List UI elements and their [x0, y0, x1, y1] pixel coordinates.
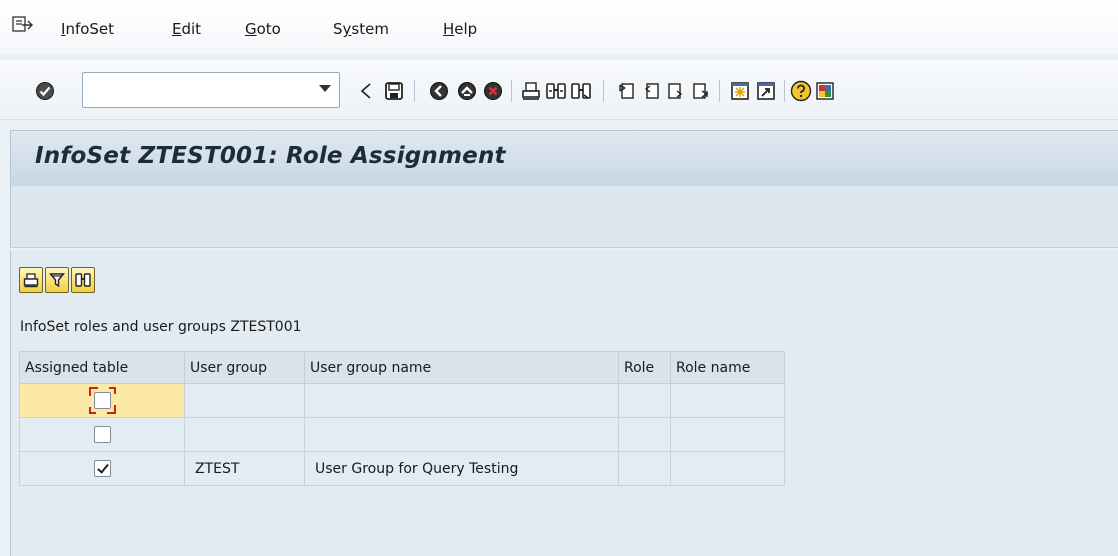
- menu-item-infoset-rest: nfoSet: [65, 20, 115, 38]
- find-button[interactable]: [71, 267, 95, 293]
- table-header-row: Assigned table User group User group nam…: [19, 351, 785, 384]
- create-shortcut-icon[interactable]: [755, 80, 777, 102]
- assigned-table-cell[interactable]: [19, 417, 185, 452]
- menu-item-edit[interactable]: Edit: [172, 20, 201, 38]
- toolbar-separator: [603, 80, 604, 102]
- page-title: InfoSet ZTEST001: Role Assignment: [35, 143, 506, 169]
- previous-page-icon[interactable]: [640, 80, 662, 102]
- role-name-cell[interactable]: [670, 417, 785, 452]
- enter-icon[interactable]: [34, 80, 56, 102]
- save-icon[interactable]: [383, 80, 405, 102]
- table-row[interactable]: ZTEST User Group for Query Testing: [19, 451, 785, 486]
- role-name-cell[interactable]: [670, 383, 785, 418]
- menu-item-help-rest: elp: [454, 20, 478, 38]
- application-toolbar: [10, 186, 1118, 248]
- title-bar: InfoSet ZTEST001: Role Assignment: [10, 130, 1118, 186]
- cancel-icon[interactable]: [482, 80, 504, 102]
- menu-item-system[interactable]: System: [333, 20, 389, 38]
- print-icon[interactable]: [520, 80, 542, 102]
- content-area: InfoSet roles and user groups ZTEST001 A…: [10, 250, 1118, 556]
- command-field[interactable]: [82, 72, 340, 108]
- toolbar-separator: [511, 80, 512, 102]
- menu-item-edit-rest: dit: [181, 20, 202, 38]
- role-cell[interactable]: [618, 383, 671, 418]
- create-session-icon[interactable]: [729, 80, 751, 102]
- customize-layout-icon[interactable]: [814, 80, 836, 102]
- grid-caption: InfoSet roles and user groups ZTEST001: [20, 319, 302, 335]
- menu-item-goto-mnemonic: G: [245, 20, 257, 38]
- menu-item-goto[interactable]: Goto: [245, 20, 281, 38]
- toolbar-separator: [719, 80, 720, 102]
- last-page-icon[interactable]: [690, 80, 712, 102]
- standard-toolbar: [0, 60, 1118, 120]
- toolbar-separator: [784, 80, 785, 102]
- user-group-cell[interactable]: [184, 383, 305, 418]
- print-button[interactable]: [19, 267, 43, 293]
- table-row[interactable]: [19, 417, 785, 452]
- role-name-cell[interactable]: [670, 451, 785, 486]
- filter-button[interactable]: [45, 267, 69, 293]
- user-group-name-cell[interactable]: [304, 383, 619, 418]
- assigned-checkbox[interactable]: [93, 392, 111, 409]
- filter-icon: [49, 273, 65, 288]
- first-page-icon[interactable]: [615, 80, 637, 102]
- role-assignment-table: Assigned table User group User group nam…: [19, 351, 785, 486]
- user-group-name-cell[interactable]: [304, 417, 619, 452]
- menu-item-help[interactable]: Help: [443, 20, 477, 38]
- menu-item-help-mnemonic: H: [443, 20, 455, 38]
- menu-list-icon[interactable]: [12, 16, 34, 36]
- chevron-down-icon[interactable]: [319, 85, 331, 92]
- assigned-checkbox[interactable]: [93, 460, 111, 477]
- find-icon[interactable]: [545, 80, 567, 102]
- menu-item-system-rest: stem: [351, 20, 389, 38]
- assigned-table-cell[interactable]: [19, 383, 185, 418]
- menu-item-infoset[interactable]: InfoSet: [61, 20, 114, 38]
- exit-icon[interactable]: [456, 80, 478, 102]
- user-group-name-cell[interactable]: User Group for Query Testing: [304, 451, 619, 486]
- menu-item-system-s: S: [333, 20, 343, 38]
- user-group-cell[interactable]: [184, 417, 305, 452]
- column-header-role[interactable]: Role: [618, 351, 671, 384]
- table-row[interactable]: [19, 383, 785, 418]
- column-header-user-group[interactable]: User group: [184, 351, 305, 384]
- next-page-icon[interactable]: [665, 80, 687, 102]
- back-arrow-icon[interactable]: [355, 80, 377, 102]
- assigned-table-cell[interactable]: [19, 451, 185, 486]
- back-icon[interactable]: [428, 80, 450, 102]
- find-icon: [75, 273, 91, 287]
- column-header-role-name[interactable]: Role name: [670, 351, 785, 384]
- print-icon: [23, 273, 39, 288]
- focus-frame: [88, 387, 116, 414]
- role-cell[interactable]: [618, 451, 671, 486]
- role-cell[interactable]: [618, 417, 671, 452]
- find-next-icon[interactable]: [570, 80, 592, 102]
- column-header-user-group-name[interactable]: User group name: [304, 351, 619, 384]
- menu-item-goto-rest: oto: [256, 20, 281, 38]
- assigned-checkbox[interactable]: [93, 426, 111, 443]
- help-icon[interactable]: [790, 80, 812, 102]
- menu-bar: InfoSet Edit Goto System Help: [0, 0, 1118, 54]
- toolbar-separator: [414, 80, 415, 102]
- user-group-cell[interactable]: ZTEST: [184, 451, 305, 486]
- column-header-assigned-table[interactable]: Assigned table: [19, 351, 185, 384]
